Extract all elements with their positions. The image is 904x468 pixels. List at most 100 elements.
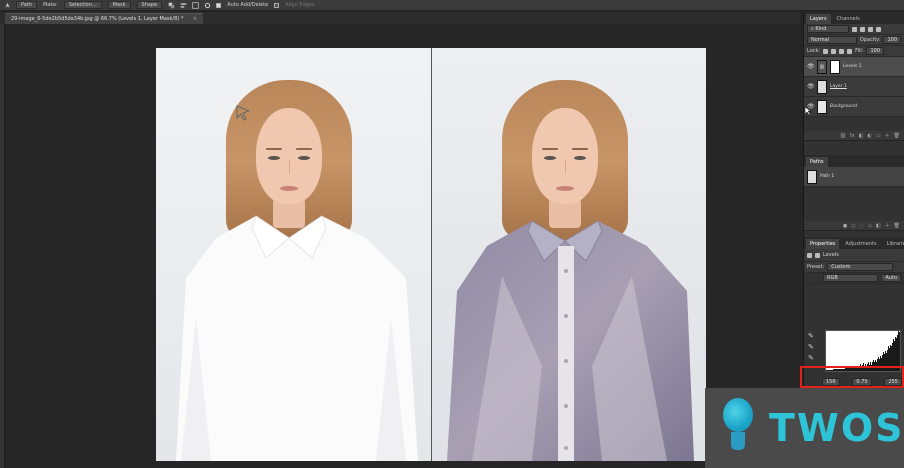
pen-cursor-icon <box>236 105 251 121</box>
path-thumbnail <box>807 169 817 184</box>
document-tab-title: 29-image_6-5de2b5d5da34b.jpg @ 66.7% (Le… <box>11 16 184 22</box>
preset-row: Preset: Custom <box>804 262 904 273</box>
tab-properties[interactable]: Properties <box>806 239 840 249</box>
filter-kind-select[interactable]: ⌕ Kind <box>807 25 849 33</box>
align-edges-checkbox[interactable] <box>274 2 280 8</box>
close-icon[interactable]: × <box>193 16 197 22</box>
link-icon[interactable]: ⛓ <box>840 133 846 139</box>
auto-button[interactable]: Auto <box>881 274 901 282</box>
make-shape-button[interactable]: Shape <box>136 1 163 9</box>
path-arrangement-icon[interactable] <box>192 2 199 9</box>
filter-pixel-icon[interactable] <box>852 26 857 32</box>
make-work-path-icon[interactable]: ◇ <box>868 223 872 229</box>
path-operations-icon[interactable] <box>168 2 175 9</box>
auto-add-delete-checkbox[interactable] <box>216 2 222 8</box>
lock-image-icon[interactable] <box>831 48 837 54</box>
blend-row: Normal Opacity: 100 <box>804 35 904 46</box>
lock-all-icon[interactable] <box>847 48 853 54</box>
auto-add-delete-label: Auto Add/Delete <box>227 2 269 8</box>
tinted-shirt <box>447 220 694 461</box>
eye-icon[interactable]: 👁 <box>807 63 815 70</box>
options-bar: Path Make: Selection... Mask Shape Auto … <box>0 0 904 11</box>
tab-libraries[interactable]: Libraries <box>883 239 904 249</box>
channel-row: RGB Auto <box>804 273 904 284</box>
path-item[interactable]: Path 1 <box>804 167 904 187</box>
layer-levels-1[interactable]: 👁 ▥ Levels 1 <box>804 57 904 77</box>
input-levels-row: 156 0.75 255 <box>822 378 902 386</box>
preset-select[interactable]: Custom <box>827 263 894 271</box>
levels-histogram-icon <box>807 252 812 258</box>
opacity-label: Opacity: <box>859 37 881 43</box>
fill-label: Fill: <box>855 48 864 54</box>
layer-layer-1[interactable]: 👁 Layer 1 <box>804 77 904 97</box>
watermark-text: TWOS <box>769 406 904 450</box>
stroke-path-icon[interactable]: ○ <box>851 223 855 229</box>
layer-name: Layer 1 <box>830 84 847 89</box>
mask-icon[interactable] <box>815 252 820 258</box>
new-layer-icon[interactable]: ＋ <box>885 132 890 139</box>
filter-shape-icon[interactable] <box>876 26 881 32</box>
twos-watermark: TWOS <box>705 388 904 468</box>
black-point-eyedropper-icon[interactable]: ✎ <box>808 332 816 340</box>
path-alignment-icon[interactable] <box>180 2 187 8</box>
layer-thumbnail <box>817 79 827 94</box>
layer-name: Levels 1 <box>843 64 862 69</box>
layers-panel-tabs: Layers Channels <box>804 12 904 24</box>
document-tab-bar: 29-image_6-5de2b5d5da34b.jpg @ 66.7% (Le… <box>0 12 800 24</box>
folder-icon[interactable]: ▭ <box>876 133 881 139</box>
load-selection-icon[interactable]: ◌ <box>860 223 864 229</box>
layer-background[interactable]: 👁 Background <box>804 97 904 117</box>
channel-select[interactable]: RGB <box>823 274 879 282</box>
paths-panel-tabs: Paths <box>804 155 904 167</box>
pen-tool-icon[interactable] <box>4 2 10 8</box>
adjustment-name: Levels <box>823 252 839 258</box>
make-mask-button[interactable]: Mask <box>107 1 131 9</box>
make-label: Make: <box>42 2 58 8</box>
tab-adjustments[interactable]: Adjustments <box>841 239 880 249</box>
make-selection-button[interactable]: Selection... <box>63 1 102 9</box>
gear-icon[interactable] <box>204 2 211 9</box>
lock-position-icon[interactable] <box>839 48 845 54</box>
tab-layers[interactable]: Layers <box>806 14 831 24</box>
filter-adjustment-icon[interactable] <box>860 26 865 32</box>
add-mask-icon[interactable]: ◧ <box>876 223 881 229</box>
filter-type-icon[interactable] <box>868 26 873 32</box>
layer-name: Background <box>830 104 857 109</box>
layer-filter-row: ⌕ Kind <box>804 24 904 35</box>
gray-point-eyedropper-icon[interactable]: ✎ <box>808 343 816 351</box>
eye-icon[interactable]: 👁 <box>807 83 815 90</box>
lock-transparent-icon[interactable] <box>823 48 829 54</box>
mouse-cursor-icon <box>804 106 812 116</box>
properties-header: Levels <box>804 249 904 262</box>
fill-path-icon[interactable]: ● <box>843 223 847 229</box>
fill-field[interactable]: 100 <box>866 47 885 55</box>
path-name: Path 1 <box>820 174 835 179</box>
align-edges-label: Align Edges <box>285 2 315 8</box>
input-black-field[interactable]: 156 <box>822 378 840 386</box>
lock-label: Lock: <box>807 48 821 54</box>
lightbulb-logo-icon <box>721 398 755 454</box>
add-mask-icon[interactable]: ◧ <box>859 133 864 139</box>
path-mode-select[interactable]: Path <box>16 1 37 9</box>
trash-icon[interactable]: 🗑 <box>894 223 900 229</box>
input-white-field[interactable]: 255 <box>884 378 902 386</box>
layer-thumbnail <box>817 99 827 114</box>
white-point-eyedropper-icon[interactable]: ✎ <box>808 354 816 362</box>
fx-icon[interactable]: fx <box>850 133 855 139</box>
paths-footer: ● ○ ◌ ◇ ◧ ＋ 🗑 <box>804 221 904 231</box>
photoshop-window: Path Make: Selection... Mask Shape Auto … <box>0 0 904 468</box>
document-tab[interactable]: 29-image_6-5de2b5d5da34b.jpg @ 66.7% (Le… <box>5 13 204 24</box>
layer-mask-thumbnail[interactable] <box>830 59 840 74</box>
new-path-icon[interactable]: ＋ <box>885 222 890 229</box>
adjustment-layer-icon[interactable]: ◐ <box>868 133 872 139</box>
blend-mode-select[interactable]: Normal <box>807 36 857 44</box>
tools-panel[interactable] <box>0 24 5 468</box>
lock-row: Lock: Fill: 100 <box>804 46 904 57</box>
trash-icon[interactable]: 🗑 <box>894 133 900 139</box>
tab-paths[interactable]: Paths <box>806 157 828 167</box>
opacity-field[interactable]: 100 <box>883 36 901 44</box>
original-photo <box>156 48 431 461</box>
tab-channels[interactable]: Channels <box>833 14 864 24</box>
document-canvas[interactable] <box>156 48 706 461</box>
input-gamma-field[interactable]: 0.75 <box>852 378 872 386</box>
